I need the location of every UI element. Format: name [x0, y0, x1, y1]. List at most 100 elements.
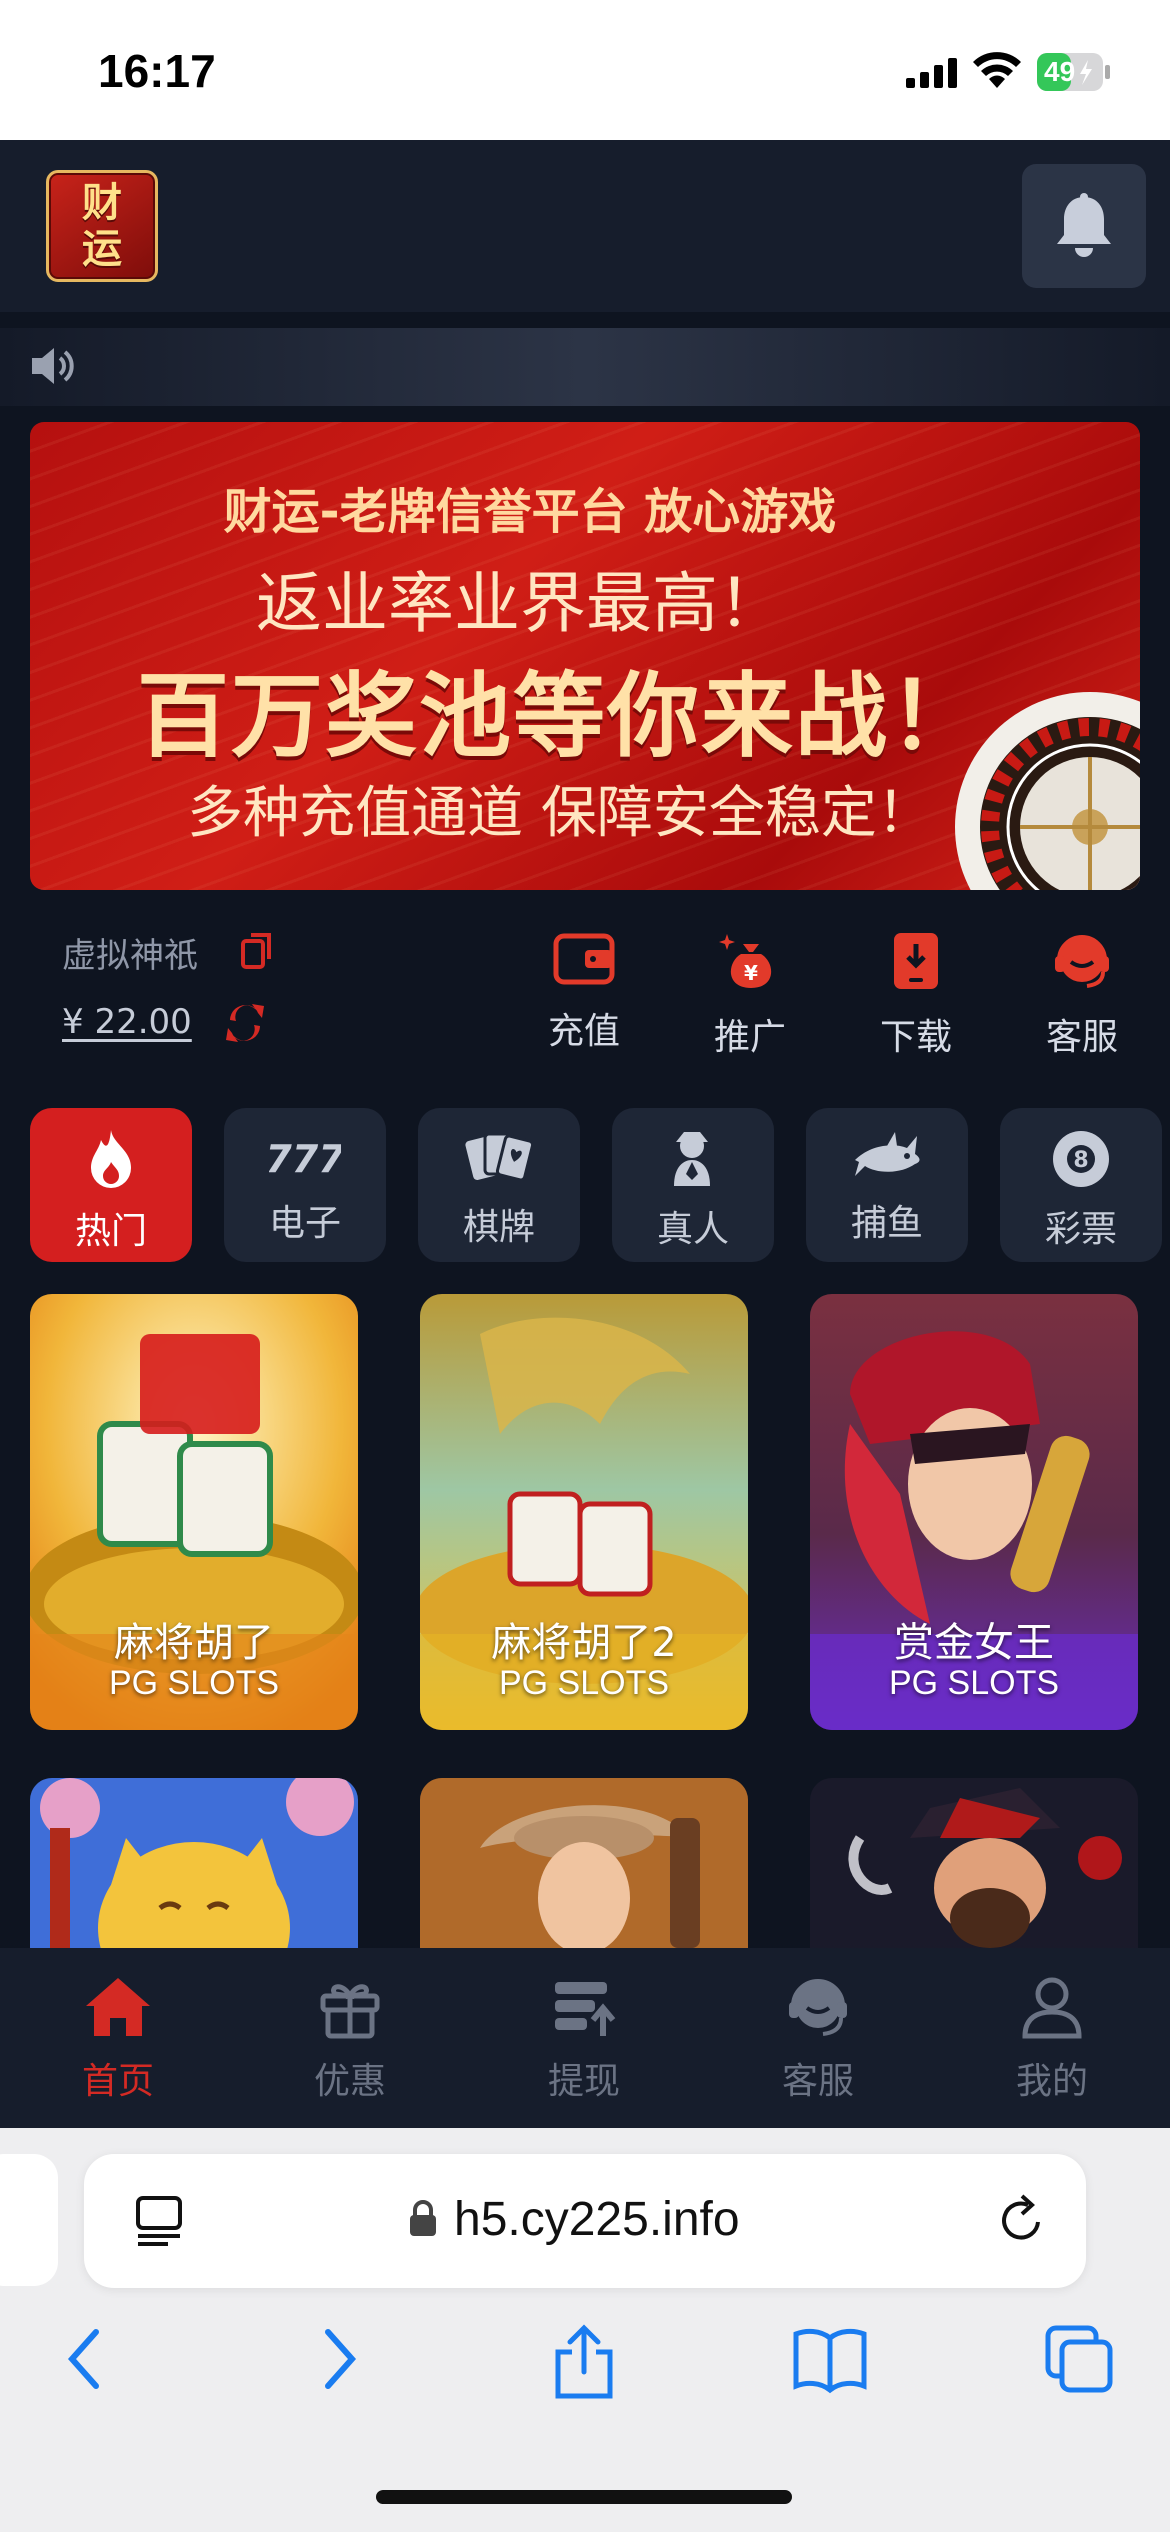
lock-icon — [410, 2200, 436, 2236]
announcement-marquee[interactable] — [0, 328, 1170, 406]
banner-subtitle: 返业率业界最高！ — [256, 565, 784, 642]
nav-home[interactable]: 首页 — [38, 1974, 198, 2104]
game-title: 麻将胡了2 — [491, 1620, 677, 1666]
username: 虚拟神祇 — [62, 936, 198, 976]
nav-withdraw[interactable]: 提现 — [504, 1974, 664, 2104]
banner-headline: 财运-老牌信誉平台 放心游戏 — [223, 484, 837, 540]
category-tab-lottery[interactable]: 8 彩票 — [1000, 1108, 1162, 1262]
status-bar: 16:17 49 — [0, 0, 1170, 140]
refresh-balance-icon[interactable] — [222, 1000, 268, 1046]
category-tab-cards[interactable]: 棋牌 — [418, 1108, 580, 1262]
nav-promotions[interactable]: 优惠 — [270, 1974, 430, 2104]
category-tab-slots[interactable]: 777 电子 — [224, 1108, 386, 1262]
balance-amount[interactable]: ¥ 22.00 — [62, 1002, 192, 1042]
download-button[interactable]: 下载 — [856, 930, 976, 1060]
category-label: 热门 — [74, 1211, 147, 1252]
money-bag-icon: ¥ — [719, 934, 772, 988]
svg-text:777: 777 — [269, 1137, 341, 1181]
nav-profile[interactable]: 我的 — [972, 1974, 1132, 2104]
game-provider: PG SLOTS — [498, 1664, 670, 1702]
cellular-signal-icon — [906, 58, 957, 88]
banner-footer-text: 多种充值通道 保障安全稳定！ — [187, 781, 933, 846]
category-label: 电子 — [268, 1203, 341, 1244]
game-card-queen-of-bounty[interactable]: 赏金女王 PG SLOTS — [810, 1294, 1138, 1730]
app-header: 财 运 — [0, 140, 1170, 312]
support-button[interactable]: 客服 — [1022, 930, 1142, 1060]
notification-button[interactable] — [1022, 164, 1146, 288]
home-indicator — [376, 2490, 792, 2504]
dealer-icon — [674, 1132, 710, 1186]
shark-icon — [855, 1132, 920, 1176]
game-card-mahjong-ways-2[interactable]: 麻将胡了2 PG SLOTS — [420, 1294, 748, 1730]
reload-icon[interactable] — [994, 2192, 1050, 2248]
bottom-navigation: 首页 优惠 提现 客服 我的 — [0, 1948, 1170, 2128]
nav-label: 优惠 — [313, 2061, 386, 2102]
banner-main-slogan: 百万奖池等你来战！ — [136, 662, 983, 770]
game-art-pirate — [810, 1778, 1138, 1948]
category-label: 真人 — [656, 1209, 729, 1250]
logo-char-bottom: 运 — [82, 225, 122, 272]
speaker-icon — [32, 348, 74, 384]
bookmarks-icon[interactable] — [792, 2324, 868, 2394]
status-time: 16:17 — [98, 45, 216, 97]
copy-icon[interactable] — [240, 932, 274, 970]
game-card-lucky-neko[interactable] — [30, 1778, 358, 1948]
promo-banner[interactable]: 财运-老牌信誉平台 放心游戏 返业率业界最高！ 百万奖池等你来战！ 多种充值通道… — [30, 422, 1140, 890]
cards-icon — [465, 1132, 535, 1182]
wifi-icon — [973, 52, 1021, 88]
bell-icon — [1057, 193, 1111, 257]
address-bar[interactable]: h5.cy225.info — [84, 2154, 1086, 2288]
download-label: 下载 — [879, 1017, 952, 1058]
forward-icon[interactable] — [316, 2324, 362, 2394]
nav-support[interactable]: 客服 — [738, 1974, 898, 2104]
withdraw-icon — [555, 1982, 616, 2036]
category-tab-live[interactable]: 真人 — [612, 1108, 774, 1262]
game-art-lucky-cat — [30, 1778, 358, 1948]
app-logo[interactable]: 财 运 — [46, 170, 158, 282]
support-label: 客服 — [1045, 1017, 1118, 1058]
game-title: 麻将胡了 — [114, 1620, 274, 1666]
previous-tab-preview[interactable] — [0, 2154, 58, 2286]
svg-text:8: 8 — [1073, 1148, 1088, 1173]
battery-level: 49 — [1044, 56, 1076, 87]
share-icon[interactable] — [552, 2324, 616, 2400]
wallet-icon — [553, 933, 615, 985]
promote-label: 推广 — [713, 1017, 786, 1058]
download-phone-icon — [894, 933, 938, 989]
category-tab-hot[interactable]: 热门 — [30, 1108, 192, 1262]
browser-chrome: h5.cy225.info — [0, 2128, 1170, 2532]
nav-label: 我的 — [1015, 2061, 1088, 2102]
category-label: 捕鱼 — [850, 1203, 923, 1244]
nav-label: 提现 — [547, 2061, 620, 2102]
promote-button[interactable]: ¥ 推广 — [690, 930, 810, 1060]
game-provider: PG SLOTS — [888, 1664, 1060, 1702]
recharge-label: 充值 — [547, 1011, 620, 1052]
headset-icon — [789, 1979, 847, 2036]
home-icon — [86, 1978, 150, 2036]
game-provider: PG SLOTS — [108, 1664, 280, 1702]
page-menu-icon[interactable] — [134, 2194, 184, 2248]
nav-label: 客服 — [781, 2061, 854, 2102]
game-card-wild-bounty[interactable] — [420, 1778, 748, 1948]
category-tab-fishing[interactable]: 捕鱼 — [806, 1108, 968, 1262]
category-label: 棋牌 — [462, 1207, 535, 1248]
gift-icon — [320, 1984, 380, 2039]
svg-text:¥: ¥ — [744, 961, 758, 985]
recharge-button[interactable]: 充值 — [524, 930, 644, 1054]
user-icon — [1022, 1977, 1082, 2039]
battery-icon: 49 — [1036, 52, 1112, 92]
game-card-mahjong-ways[interactable]: 麻将胡了 PG SLOTS — [30, 1294, 358, 1730]
game-art-cowgirl — [420, 1778, 748, 1948]
category-label: 彩票 — [1044, 1209, 1117, 1250]
logo-char-top: 财 — [82, 179, 122, 226]
fire-icon — [91, 1130, 131, 1188]
roulette-wheel-icon — [955, 692, 1140, 890]
tabs-icon[interactable] — [1044, 2324, 1114, 2394]
nav-label: 首页 — [81, 2061, 154, 2102]
headset-icon — [1055, 935, 1109, 988]
back-icon[interactable] — [62, 2324, 108, 2394]
slot-777-icon: 777 — [269, 1137, 341, 1181]
game-card-pirate[interactable] — [810, 1778, 1138, 1948]
billiard-8-icon: 8 — [1053, 1131, 1109, 1187]
game-title: 赏金女王 — [894, 1620, 1054, 1666]
